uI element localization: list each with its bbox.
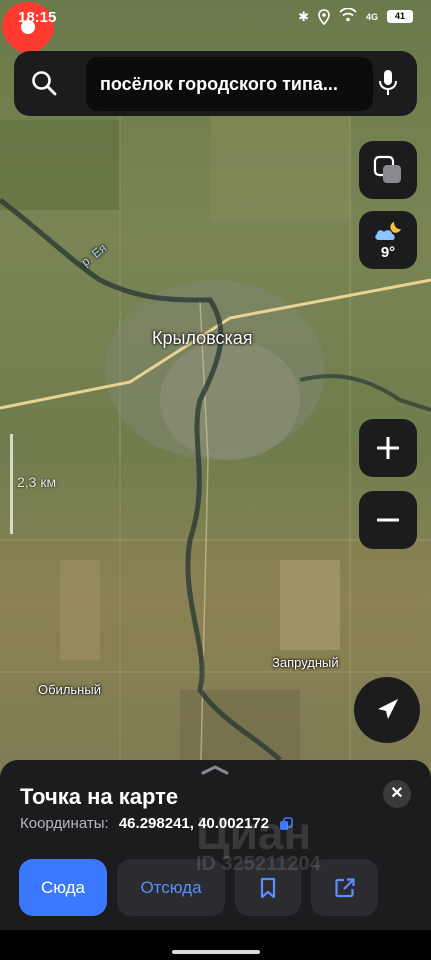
status-bar: 18:15 ✱ 4G 41 <box>0 0 431 36</box>
weather-temperature: 9° <box>380 243 396 261</box>
close-icon: ✕ <box>390 785 404 802</box>
layers-icon <box>373 155 401 183</box>
close-button[interactable]: ✕ <box>383 780 411 808</box>
wifi-icon <box>339 7 357 25</box>
location-icon <box>318 8 330 25</box>
search-input[interactable]: посёлок городского типа... <box>86 57 373 111</box>
share-icon <box>334 877 355 897</box>
village-label-zaprudny[interactable]: Запрудный <box>272 655 339 670</box>
minus-icon <box>377 518 399 522</box>
search-icon[interactable] <box>30 69 58 97</box>
weather-button[interactable]: 9° <box>359 211 417 269</box>
status-icons: ✱ 4G 41 <box>298 7 413 25</box>
chevron-up-icon[interactable] <box>200 764 230 776</box>
bluetooth-icon: ✱ <box>298 8 309 24</box>
partly-cloudy-night-icon <box>375 221 401 240</box>
microphone-icon[interactable] <box>377 69 399 97</box>
map-layers-button[interactable] <box>359 141 417 199</box>
system-nav-bar <box>0 930 431 960</box>
scale-label: 2,3 км <box>17 474 57 490</box>
coordinates-label: Координаты: <box>20 815 109 832</box>
search-bar: посёлок городского типа... <box>14 51 417 116</box>
place-title: Точка на карте <box>20 784 179 809</box>
watermark-id: ID 325211204 <box>196 853 321 875</box>
plus-icon <box>377 437 399 459</box>
network-type: 4G <box>365 11 378 22</box>
watermark-brand: Циан <box>196 807 312 859</box>
share-button[interactable] <box>311 859 378 916</box>
battery-icon: 41 <box>387 10 413 23</box>
status-time: 18:15 <box>18 9 57 26</box>
route-here-button[interactable]: Сюда <box>19 859 107 916</box>
home-indicator[interactable] <box>172 950 260 954</box>
scale-bar <box>10 434 13 534</box>
navigation-arrow-icon <box>378 699 398 719</box>
village-label-obilny[interactable]: Обильный <box>38 682 101 697</box>
zoom-in-button[interactable] <box>359 419 417 477</box>
bookmark-icon <box>260 877 276 898</box>
town-label[interactable]: Крыловская <box>152 328 253 349</box>
zoom-out-button[interactable] <box>359 491 417 549</box>
my-location-button[interactable] <box>354 677 420 743</box>
